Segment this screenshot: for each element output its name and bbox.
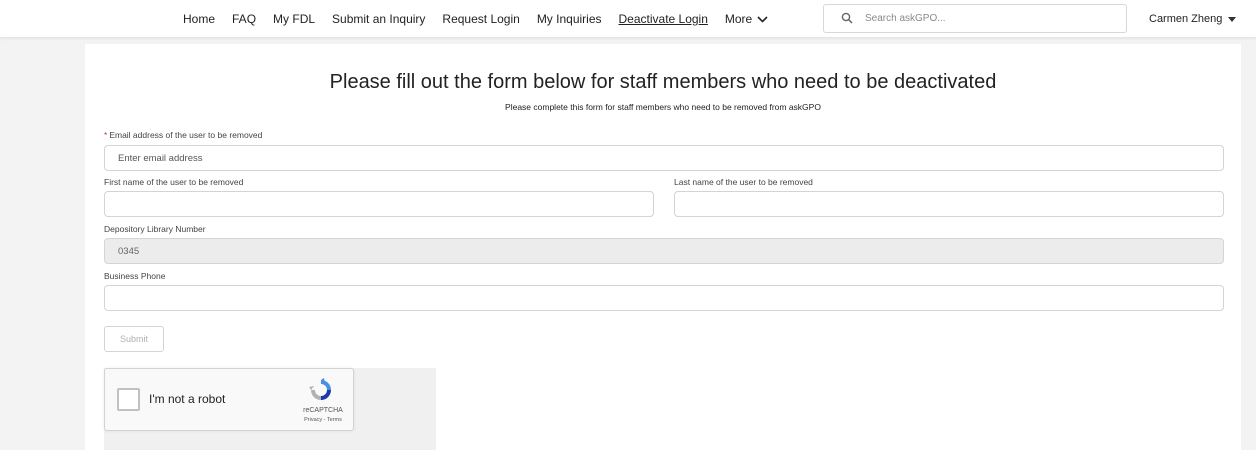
library-number-label: Depository Library Number — [104, 224, 206, 234]
nav-submit-inquiry[interactable]: Submit an Inquiry — [332, 12, 425, 26]
chevron-down-icon — [757, 15, 768, 23]
recaptcha-brand: reCAPTCHA — [303, 407, 343, 414]
search-box[interactable] — [823, 4, 1127, 33]
user-name: Carmen Zheng — [1149, 13, 1223, 25]
email-label-text: Email address of the user to be removed — [109, 130, 263, 140]
last-name-label: Last name of the user to be removed — [674, 177, 813, 187]
business-phone-field[interactable] — [104, 285, 1224, 311]
first-name-label: First name of the user to be removed — [104, 177, 244, 187]
caret-down-icon — [1228, 16, 1237, 22]
email-label: * Email address of the user to be removed — [104, 130, 262, 140]
recaptcha-checkbox[interactable] — [117, 388, 140, 411]
nav-more-menu[interactable]: More — [725, 12, 768, 26]
nav-my-fdl[interactable]: My FDL — [273, 12, 315, 26]
recaptcha-logo-icon — [309, 378, 331, 400]
search-input[interactable] — [865, 13, 1105, 24]
nav-request-login[interactable]: Request Login — [442, 12, 519, 26]
nav-home[interactable]: Home — [183, 12, 215, 26]
top-navigation-bar: Home FAQ My FDL Submit an Inquiry Reques… — [0, 0, 1256, 38]
recaptcha-privacy-terms[interactable]: Privacy - Terms — [295, 417, 351, 423]
email-field[interactable]: Enter email address — [104, 145, 1224, 171]
first-name-field[interactable] — [104, 191, 654, 217]
user-menu[interactable]: Carmen Zheng — [1149, 0, 1237, 38]
captcha-container: I'm not a robot reCAPTCHA Privacy - Term… — [104, 368, 436, 450]
recaptcha-label: I'm not a robot — [149, 392, 226, 406]
business-phone-label: Business Phone — [104, 271, 166, 281]
nav-my-inquiries[interactable]: My Inquiries — [537, 12, 602, 26]
search-icon — [841, 12, 855, 26]
nav-faq[interactable]: FAQ — [232, 12, 256, 26]
submit-button[interactable]: Submit — [104, 326, 164, 352]
last-name-field[interactable] — [674, 191, 1224, 217]
form-title: Please fill out the form below for staff… — [329, 71, 997, 93]
library-number-field: 0345 — [104, 238, 1224, 264]
form-subtitle: Please complete this form for staff memb… — [505, 102, 821, 112]
required-marker: * — [104, 130, 108, 140]
nav-more-label: More — [724, 12, 753, 26]
main-nav: Home FAQ My FDL Submit an Inquiry Reques… — [183, 0, 768, 38]
nav-deactivate-login[interactable]: Deactivate Login — [619, 12, 708, 26]
recaptcha-widget: I'm not a robot reCAPTCHA Privacy - Term… — [104, 368, 354, 431]
